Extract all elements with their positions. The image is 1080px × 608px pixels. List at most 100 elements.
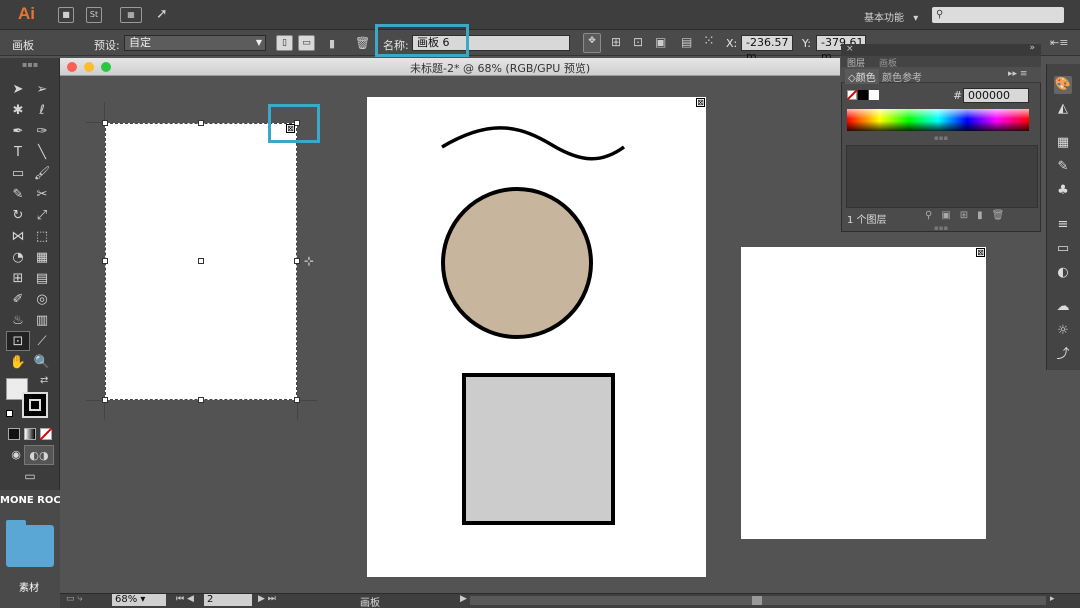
column-graph-icon[interactable]: ▥ bbox=[32, 311, 52, 331]
resize-handle[interactable] bbox=[198, 397, 204, 403]
rocket-icon[interactable]: ➚ bbox=[156, 6, 168, 22]
stock-button[interactable]: St bbox=[86, 7, 102, 23]
color-mode-icon[interactable] bbox=[8, 428, 20, 440]
preset-select[interactable]: 自定 ▼ bbox=[124, 35, 266, 51]
width-tool-icon[interactable]: ⋈ bbox=[8, 227, 28, 247]
layer-actions-icons[interactable]: ⚲▣⊞▮🗑 bbox=[925, 210, 1013, 221]
symbol-sprayer-icon[interactable]: ♨ bbox=[8, 311, 28, 331]
slice-tool-icon[interactable]: ⟋ bbox=[32, 332, 52, 352]
artboard-options-icon[interactable]: ▤ bbox=[681, 35, 692, 49]
free-transform-icon[interactable]: ⬚ bbox=[32, 227, 52, 247]
creative-cloud-libraries-icon[interactable]: ☁ bbox=[1054, 298, 1072, 316]
landscape-orientation-button[interactable]: ▭ bbox=[298, 35, 315, 51]
direct-selection-tool-icon[interactable]: ➢ bbox=[32, 80, 52, 100]
blend-tool-icon[interactable]: ◎ bbox=[32, 290, 52, 310]
curvature-tool-icon[interactable]: ✑ bbox=[32, 122, 52, 142]
hand-tool-icon[interactable]: ✋ bbox=[8, 353, 28, 373]
hex-input[interactable]: 000000 bbox=[963, 88, 1029, 103]
show-center-mark-icon[interactable]: ⊞ bbox=[611, 35, 621, 49]
shape-builder-icon[interactable]: ◔ bbox=[8, 248, 28, 268]
zoom-tool-icon[interactable]: 🔍 bbox=[32, 353, 52, 373]
default-colors-icon[interactable] bbox=[6, 410, 13, 417]
close-icon[interactable]: × bbox=[846, 44, 854, 54]
close-window-button[interactable] bbox=[67, 62, 77, 72]
magic-wand-icon[interactable]: ✱ bbox=[8, 101, 28, 121]
panel-menu-icon[interactable]: ▸▸ ≡ bbox=[1008, 69, 1027, 79]
pen-tool-icon[interactable]: ✒ bbox=[8, 122, 28, 142]
status-menu-icon[interactable]: ▶ bbox=[460, 594, 467, 604]
tab-color[interactable]: ◇颜色 bbox=[845, 69, 879, 84]
scrollbar-thumb[interactable] bbox=[752, 596, 762, 605]
search-input[interactable]: ⚲ bbox=[932, 7, 1064, 23]
gray-square[interactable] bbox=[462, 373, 615, 525]
scale-tool-icon[interactable]: ⤢ bbox=[32, 206, 52, 226]
artboard-options-icon[interactable]: ⊠ bbox=[976, 248, 985, 257]
white-swatch[interactable] bbox=[869, 90, 879, 100]
show-cross-hairs-icon[interactable]: ⊡ bbox=[633, 35, 643, 49]
zoom-select[interactable]: 68% ▾ bbox=[112, 594, 166, 606]
control-menu-icon[interactable]: ⇤≡ bbox=[1050, 36, 1068, 49]
move-copy-artwork-icon[interactable]: ✥ bbox=[583, 33, 601, 53]
first-previous-artboard-icons[interactable]: ⏮ ◀ bbox=[176, 594, 194, 604]
resize-handle[interactable] bbox=[102, 120, 108, 126]
black-swatch[interactable] bbox=[858, 90, 868, 100]
x-coordinate-input[interactable]: -236.57 m bbox=[741, 35, 793, 63]
swap-fill-stroke-icon[interactable]: ⇄ bbox=[40, 375, 48, 386]
reference-point-icon[interactable]: ⁙ bbox=[703, 33, 715, 49]
minimize-window-button[interactable] bbox=[84, 62, 94, 72]
resize-handle[interactable] bbox=[102, 258, 108, 264]
swatches-icon[interactable]: ▦ bbox=[1054, 134, 1072, 152]
new-artboard-icon[interactable]: ▮ bbox=[329, 37, 335, 50]
folder-icon[interactable] bbox=[6, 525, 54, 567]
draw-mode-icon[interactable]: ◉ bbox=[6, 445, 26, 465]
wave-path[interactable] bbox=[441, 126, 626, 161]
artboard-tool-icon[interactable]: ⊡ bbox=[6, 331, 30, 351]
eyedropper-icon[interactable]: ✐ bbox=[8, 290, 28, 310]
appearance-icon[interactable]: ☼ bbox=[1054, 322, 1072, 340]
tan-circle[interactable] bbox=[441, 187, 593, 339]
collapse-icon[interactable]: » bbox=[1029, 43, 1035, 53]
show-video-safe-icon[interactable]: ▣ bbox=[655, 35, 666, 49]
grip-icon[interactable]: ▪▪▪ bbox=[934, 134, 948, 142]
line-tool-icon[interactable]: ╲ bbox=[32, 143, 52, 163]
bridge-button[interactable]: ■ bbox=[58, 7, 74, 23]
transparency-panel-icon[interactable]: ◐ bbox=[1054, 264, 1072, 282]
next-last-artboard-icons[interactable]: ▶ ⏭ bbox=[258, 594, 276, 604]
arrange-documents-button[interactable]: ▦ bbox=[120, 7, 142, 23]
rotate-tool-icon[interactable]: ↻ bbox=[8, 206, 28, 226]
rectangle-tool-icon[interactable]: ▭ bbox=[8, 164, 28, 184]
status-icon[interactable]: ▭ ⤷ bbox=[66, 594, 82, 604]
color-guide-icon[interactable]: ◭ bbox=[1054, 100, 1072, 118]
screen-mode-icon[interactable]: ▭ bbox=[20, 466, 40, 486]
artboard-right[interactable] bbox=[741, 247, 986, 539]
resize-handle[interactable] bbox=[294, 397, 300, 403]
selection-tool-icon[interactable]: ➤ bbox=[8, 80, 28, 100]
draw-mode-options-icon[interactable]: ◐◑ bbox=[24, 445, 54, 465]
none-mode-icon[interactable] bbox=[40, 428, 52, 440]
none-swatch[interactable] bbox=[847, 90, 857, 100]
stroke-panel-icon[interactable]: ≡ bbox=[1054, 216, 1072, 234]
paintbrush-icon[interactable]: 🖌 bbox=[32, 164, 52, 184]
symbols-icon[interactable]: ♣ bbox=[1054, 182, 1072, 200]
export-assets-icon[interactable]: ⤴ bbox=[1054, 346, 1072, 364]
brushes-icon[interactable]: ✎ bbox=[1054, 158, 1072, 176]
scissors-icon[interactable]: ✂ bbox=[32, 185, 52, 205]
resize-handle[interactable] bbox=[198, 120, 204, 126]
center-point-handle[interactable] bbox=[198, 258, 204, 264]
pencil-icon[interactable]: ✎ bbox=[8, 185, 28, 205]
workspace-switcher[interactable]: 基本功能 ▾ bbox=[864, 9, 918, 24]
tab-color-guide[interactable]: 颜色参考 bbox=[882, 69, 922, 84]
gradient-tool-icon[interactable]: ▤ bbox=[32, 269, 52, 289]
scroll-arrow-icon[interactable]: ▸ bbox=[1050, 594, 1055, 604]
layers-list[interactable] bbox=[846, 145, 1038, 208]
zoom-window-button[interactable] bbox=[101, 62, 111, 72]
resize-handle[interactable] bbox=[102, 397, 108, 403]
resize-handle[interactable] bbox=[294, 258, 300, 264]
gradient-panel-icon[interactable]: ▭ bbox=[1054, 240, 1072, 258]
stroke-swatch[interactable] bbox=[22, 392, 48, 418]
grip-icon[interactable]: ▪▪▪ bbox=[934, 224, 948, 232]
type-tool-icon[interactable]: T bbox=[8, 143, 28, 163]
lasso-icon[interactable]: ℓ bbox=[32, 101, 52, 121]
perspective-grid-icon[interactable]: ▦ bbox=[32, 248, 52, 268]
delete-artboard-icon[interactable]: 🗑 bbox=[355, 36, 370, 50]
